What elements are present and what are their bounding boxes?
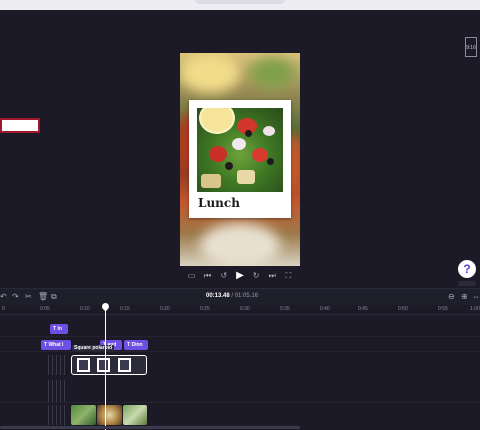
delete-icon[interactable]: 🗑: [38, 292, 48, 301]
frame-thumbnail: [77, 358, 90, 372]
rewind-5-icon[interactable]: ↺: [219, 271, 228, 280]
salad-photo: [197, 108, 283, 192]
ruler-tick: 0:35: [280, 306, 290, 312]
ruler-tick: 1:00: [470, 306, 480, 312]
gap-marker: [48, 380, 68, 402]
radish: [232, 138, 246, 150]
timeline-scrollbar[interactable]: [0, 426, 300, 429]
skip-back-icon[interactable]: ⏮: [203, 271, 212, 280]
help-button[interactable]: ?: [458, 260, 476, 278]
olive: [267, 158, 274, 165]
duplicate-icon[interactable]: ⧉: [51, 292, 57, 301]
redo-icon[interactable]: ↷: [12, 292, 19, 301]
skip-forward-icon[interactable]: ⏭: [268, 271, 277, 280]
text-clip[interactable]: T What l: [41, 340, 71, 350]
video-clip[interactable]: [123, 405, 147, 425]
text-clip-label: What l: [48, 342, 64, 348]
ruler-tick: 0:05: [40, 306, 50, 312]
empty-track[interactable]: [0, 380, 480, 403]
timeline-toolbar: ↶ ↷ ✂ 🗑 ⧉ 00:13.48 / 01:05.16 ⊖ ⊕ ⇔: [0, 288, 480, 305]
ruler-tick: 0:15: [120, 306, 130, 312]
tomato: [252, 148, 268, 162]
zoom-in-icon[interactable]: ⊕: [461, 292, 468, 301]
gap-marker: [48, 405, 68, 425]
frame-thumbnail: [97, 358, 110, 372]
sticker-clip-label: Square polaroid: [72, 345, 115, 351]
polaroid-frame[interactable]: Lunch: [189, 100, 291, 218]
cheese: [237, 170, 255, 184]
polaroid-caption: Lunch: [198, 196, 240, 210]
crouton: [201, 174, 221, 188]
plate-blur: [200, 223, 280, 266]
player-controls: ▭ ⏮ ↺ ▶ ↻ ⏭ ⛶: [187, 269, 293, 281]
lemon-slice: [199, 108, 235, 134]
split-icon[interactable]: ✂: [25, 292, 32, 301]
fit-timeline-icon[interactable]: ⇔: [472, 292, 480, 301]
olive: [225, 162, 233, 170]
undo-icon[interactable]: ↶: [0, 292, 7, 301]
top-bar-tab[interactable]: [195, 0, 285, 4]
text-clip-label: Dinn: [131, 342, 143, 348]
text-clip[interactable]: T In: [50, 324, 68, 334]
collapse-panel-tab[interactable]: [458, 281, 476, 286]
fullscreen-icon[interactable]: ⛶: [284, 271, 293, 280]
olive: [245, 130, 252, 137]
greens-blur: [250, 58, 295, 88]
text-track-1[interactable]: T In: [0, 323, 480, 337]
app-top-bar: [0, 0, 480, 10]
radish: [263, 126, 275, 136]
gap-marker: [48, 355, 68, 375]
ruler-tick: 0:30: [240, 306, 250, 312]
text-clip[interactable]: T Dinn: [124, 340, 148, 350]
total-time: / 01:05.16: [231, 293, 259, 299]
text-input-field[interactable]: [0, 118, 40, 133]
ruler-tick: 0:50: [398, 306, 408, 312]
ruler-tick: 0:45: [358, 306, 368, 312]
video-clip[interactable]: [71, 405, 96, 425]
ruler-tick: 0:40: [320, 306, 330, 312]
hide-captions-icon[interactable]: ▭: [187, 271, 196, 280]
time-ruler[interactable]: 0 0:05 0:10 0:15 0:20 0:25 0:30 0:35 0:4…: [0, 304, 480, 315]
ruler-tick: 0: [2, 306, 5, 312]
current-time: 00:13.48: [206, 293, 230, 299]
frame-thumbnail: [118, 358, 131, 372]
tomato: [209, 146, 227, 162]
aspect-ratio-button[interactable]: 9:16: [465, 37, 477, 57]
video-clip[interactable]: [97, 405, 122, 425]
ruler-tick: 0:55: [438, 306, 448, 312]
ruler-tick: 0:20: [160, 306, 170, 312]
lemon-blur: [180, 53, 240, 93]
playhead-line[interactable]: [105, 304, 106, 430]
play-icon[interactable]: ▶: [235, 270, 244, 280]
ruler-tick: 0:25: [200, 306, 210, 312]
forward-5-icon[interactable]: ↻: [252, 271, 261, 280]
ruler-tick: 0:10: [80, 306, 90, 312]
sticker-clip[interactable]: [71, 355, 147, 375]
timecode: 00:13.48 / 01:05.16: [206, 293, 258, 299]
text-clip-label: In: [57, 326, 62, 332]
video-preview[interactable]: Lunch: [180, 53, 300, 266]
timeline-panel: ↶ ↷ ✂ 🗑 ⧉ 00:13.48 / 01:05.16 ⊖ ⊕ ⇔ 0 0:…: [0, 288, 480, 430]
zoom-out-icon[interactable]: ⊖: [448, 292, 455, 301]
